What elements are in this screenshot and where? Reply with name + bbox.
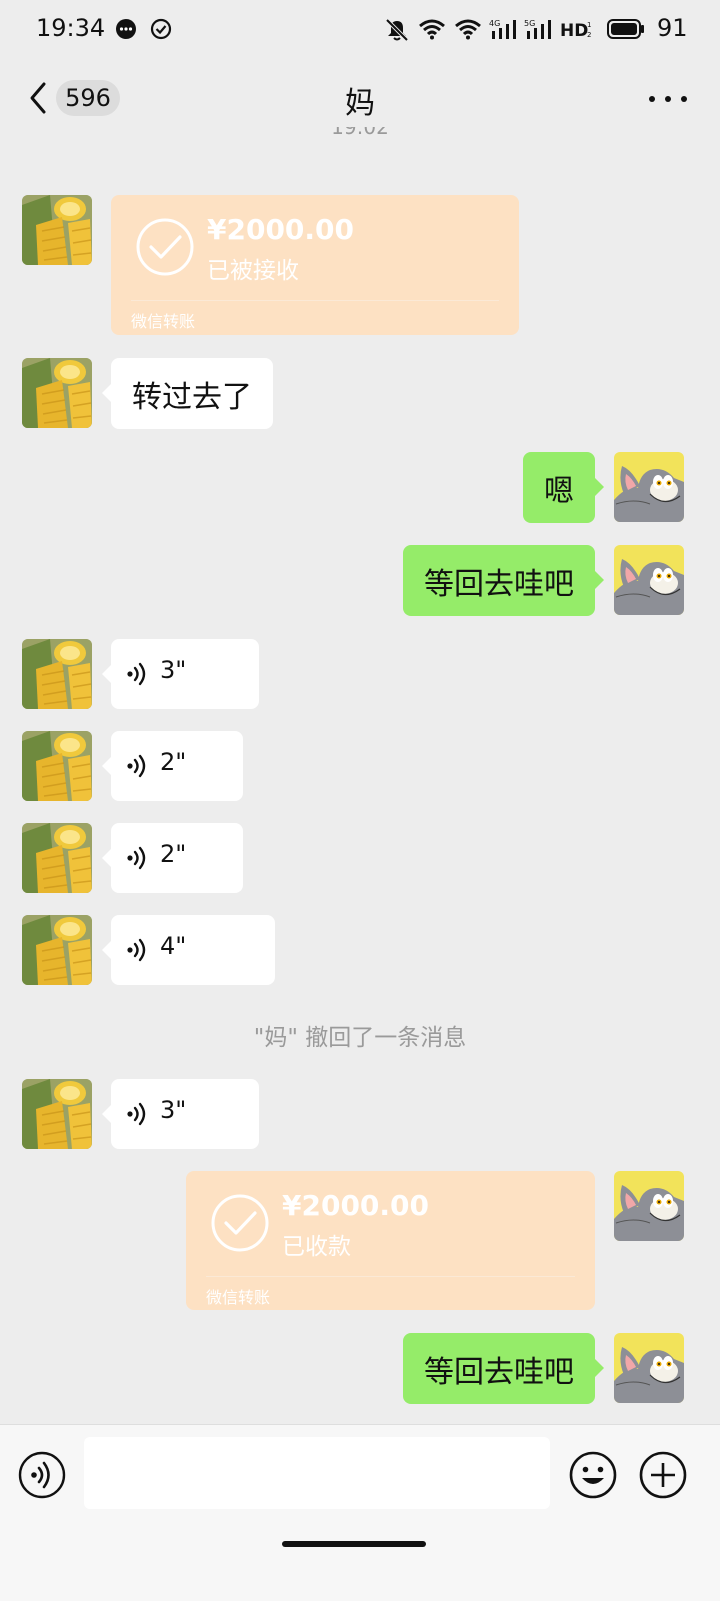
- svg-text:1: 1: [587, 21, 591, 29]
- voice-wave-icon: [126, 1101, 150, 1127]
- voice-message[interactable]: 3": [102, 639, 259, 709]
- message-notification-icon: [116, 19, 136, 39]
- my-avatar[interactable]: [614, 1171, 684, 1241]
- transfer-label: 微信转账: [131, 312, 196, 331]
- signal-4g-icon: 4G: [489, 19, 516, 39]
- contact-avatar[interactable]: [22, 358, 92, 428]
- voice-duration: 4": [160, 932, 187, 960]
- contact-avatar[interactable]: [22, 823, 92, 893]
- transfer-amount: ¥2000.00: [282, 1189, 430, 1222]
- voice-wave-icon: [126, 845, 150, 871]
- voice-message[interactable]: 2": [102, 731, 243, 801]
- transfer-status: 已收款: [282, 1234, 351, 1260]
- voice-wave-icon: [126, 937, 150, 963]
- message-timestamp: 19:02: [331, 127, 389, 139]
- svg-text:5G: 5G: [524, 19, 535, 28]
- text-bubble[interactable]: 等回去哇吧: [403, 1333, 604, 1404]
- signal-5g-icon: 5G: [524, 19, 551, 39]
- voice-duration: 2": [160, 840, 187, 868]
- wifi-calling-icon: [455, 19, 481, 40]
- message-text: 转过去了: [132, 379, 252, 415]
- text-bubble[interactable]: 等回去哇吧: [403, 545, 604, 616]
- svg-text:2: 2: [587, 31, 591, 39]
- mute-icon: [385, 18, 409, 42]
- my-avatar[interactable]: [614, 1333, 684, 1403]
- contact-avatar[interactable]: [22, 195, 92, 265]
- battery-level: 91: [657, 14, 688, 42]
- transfer-label: 微信转账: [206, 1288, 271, 1307]
- voice-wave-icon: [126, 661, 150, 687]
- recall-notice: "妈" 撤回了一条消息: [253, 1025, 467, 1051]
- message-text: 等回去哇吧: [424, 1354, 574, 1390]
- message-text: 等回去哇吧: [424, 566, 574, 602]
- transfer-amount: ¥2000.00: [207, 213, 355, 246]
- emoji-icon[interactable]: [568, 1450, 618, 1500]
- wifi-icon: [419, 19, 445, 40]
- voice-duration: 3": [160, 1096, 187, 1124]
- voice-message[interactable]: 3": [102, 1079, 259, 1149]
- voice-duration: 3": [160, 656, 187, 684]
- transfer-card[interactable]: ¥2000.00 已被接收 微信转账: [111, 195, 519, 335]
- battery-icon: [607, 19, 644, 39]
- check-circle-icon: [210, 1193, 270, 1253]
- my-avatar[interactable]: [614, 452, 684, 522]
- contact-avatar[interactable]: [22, 731, 92, 801]
- svg-text:4G: 4G: [489, 19, 500, 28]
- check-circle-icon: [135, 217, 195, 277]
- transfer-status: 已被接收: [207, 258, 299, 284]
- hd-icon: HD1 2: [560, 21, 591, 40]
- message-text: 嗯: [544, 473, 574, 509]
- check-circle-icon: [150, 18, 172, 40]
- transfer-card[interactable]: ¥2000.00 已收款 微信转账: [186, 1171, 595, 1310]
- chat-title: 妈: [345, 86, 375, 121]
- voice-duration: 2": [160, 748, 187, 776]
- contact-avatar[interactable]: [22, 639, 92, 709]
- message-input[interactable]: [84, 1437, 550, 1509]
- contact-avatar[interactable]: [22, 915, 92, 985]
- more-options-icon[interactable]: [648, 95, 688, 103]
- my-avatar[interactable]: [614, 545, 684, 615]
- voice-message[interactable]: 4": [102, 915, 275, 985]
- voice-message[interactable]: 2": [102, 823, 243, 893]
- svg-text:HD: HD: [560, 21, 588, 40]
- voice-input-toggle-icon[interactable]: [18, 1451, 66, 1499]
- text-bubble[interactable]: 嗯: [523, 452, 604, 523]
- home-indicator[interactable]: [282, 1541, 426, 1547]
- text-bubble[interactable]: 转过去了: [102, 358, 273, 429]
- voice-wave-icon: [126, 753, 150, 779]
- plus-icon[interactable]: [638, 1450, 688, 1500]
- contact-avatar[interactable]: [22, 1079, 92, 1149]
- status-time: 19:34: [36, 14, 106, 42]
